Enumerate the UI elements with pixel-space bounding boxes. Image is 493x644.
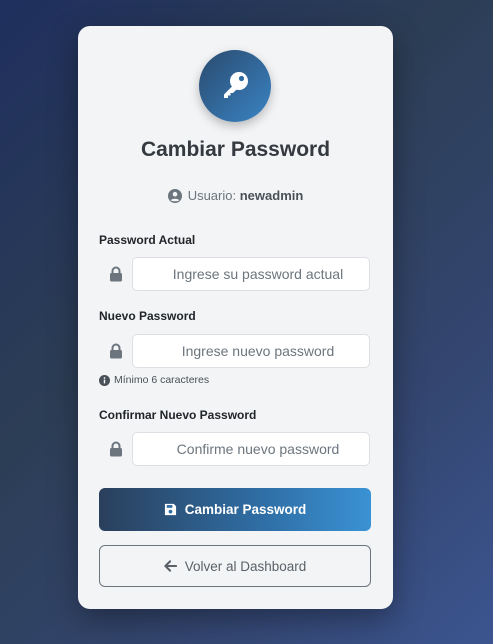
- current-password-input[interactable]: [132, 257, 370, 291]
- save-icon: [164, 503, 176, 516]
- user-info: Usuario: newadmin: [78, 188, 393, 203]
- new-password-label: Nuevo Password: [99, 309, 196, 323]
- confirm-password-input[interactable]: [132, 432, 370, 466]
- key-badge: [199, 50, 271, 122]
- current-password-label: Password Actual: [99, 233, 196, 247]
- page-title: Cambiar Password: [140, 138, 331, 161]
- user-prefix: Usuario:: [187, 188, 237, 203]
- lock-icon: [110, 343, 122, 359]
- hint-text: Mínimo 6 caracteres: [114, 374, 210, 386]
- key-icon: [224, 72, 248, 98]
- arrow-left-icon: [164, 560, 177, 572]
- username: newadmin: [239, 188, 304, 203]
- back-button-label: Volver al Dashboard: [184, 558, 307, 574]
- back-to-dashboard-button[interactable]: Volver al Dashboard: [99, 545, 371, 587]
- password-hint: Mínimo 6 caracteres: [99, 374, 209, 386]
- new-password-input[interactable]: [132, 334, 370, 368]
- change-password-button-label: Cambiar Password: [184, 502, 307, 517]
- lock-icon: [110, 266, 122, 282]
- change-password-card: Cambiar Password Usuario: newadmin Passw…: [78, 26, 393, 609]
- lock-icon: [110, 441, 122, 457]
- confirm-password-label: Confirmar Nuevo Password: [99, 408, 257, 422]
- user-circle-icon: [167, 188, 182, 203]
- change-password-button[interactable]: Cambiar Password: [99, 488, 371, 531]
- info-icon: [99, 374, 110, 386]
